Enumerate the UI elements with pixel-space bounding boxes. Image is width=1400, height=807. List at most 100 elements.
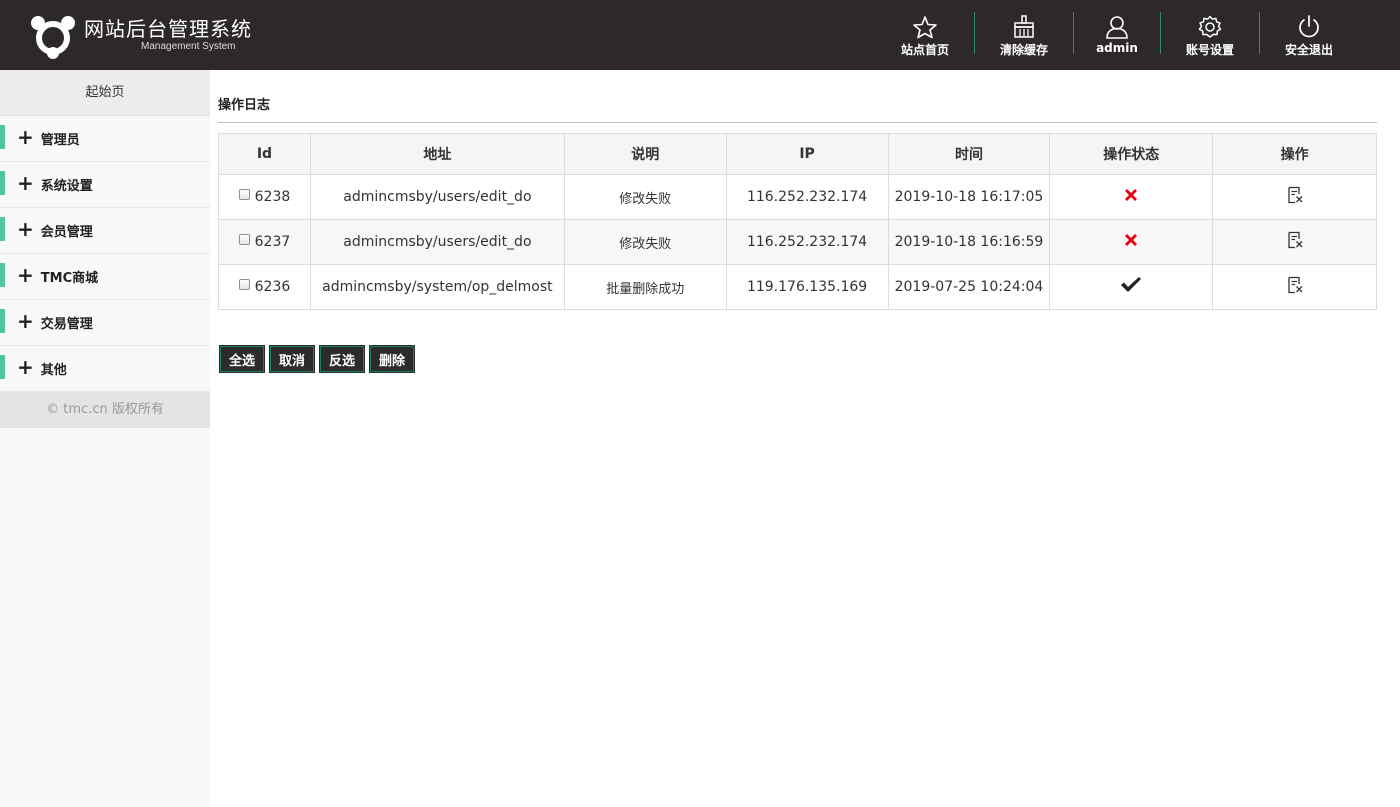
row-checkbox[interactable] xyxy=(238,189,250,200)
power-icon xyxy=(1299,15,1319,38)
sidebar-accent-bar xyxy=(0,125,5,149)
action-cell xyxy=(1212,264,1377,310)
nav-label: 清除缓存 xyxy=(999,43,1048,57)
brand: 网站后台管理系统 Management System xyxy=(84,17,252,52)
description-cell: 修改失败 xyxy=(563,219,727,265)
ip-cell: 116.252.232.174 xyxy=(725,219,889,265)
row-id: 6236 xyxy=(254,279,291,295)
view-detail-icon[interactable] xyxy=(1286,276,1304,294)
time-cell: 2019-07-25 10:24:04 xyxy=(887,264,1051,310)
user-icon xyxy=(1106,16,1128,39)
fail-x-icon xyxy=(1125,234,1138,246)
ip-cell: 119.176.135.169 xyxy=(725,264,889,310)
row-id: 6238 xyxy=(254,189,291,205)
success-check-icon xyxy=(1121,277,1142,292)
action-cell xyxy=(1212,219,1377,265)
nav-account-settings[interactable]: 账号设置 xyxy=(1180,0,1240,70)
table-row: 6236 admincmsby/system/op_delmost 批量删除成功… xyxy=(218,264,1377,310)
status-cell xyxy=(1049,219,1214,265)
id-cell: 6238 xyxy=(218,174,311,220)
nav-label: 账号设置 xyxy=(1185,43,1234,57)
id-cell: 6237 xyxy=(218,219,311,265)
sidebar-accent-bar xyxy=(0,263,5,287)
delete-button[interactable]: 删除 xyxy=(369,345,416,373)
invert-selection-button[interactable]: 反选 xyxy=(319,345,366,373)
status-cell xyxy=(1049,264,1214,310)
sidebar-accent-bar xyxy=(0,355,5,379)
column-header-description: 说明 xyxy=(563,133,727,175)
status-cell xyxy=(1049,174,1214,220)
sidebar-item-label: 系统设置 xyxy=(40,179,93,194)
column-header-action: 操作 xyxy=(1212,133,1377,175)
logo-icon xyxy=(31,16,75,59)
sidebar-item-other[interactable]: + 其他 xyxy=(0,346,210,392)
brand-title: 网站后台管理系统 xyxy=(84,17,252,41)
table-row: 6238 admincmsby/users/edit_do 修改失败 116.2… xyxy=(218,174,1377,220)
address-cell: admincmsby/system/op_delmost xyxy=(309,264,565,310)
sidebar-item-label: 其他 xyxy=(40,363,67,378)
nav-label: 站点首页 xyxy=(900,43,949,57)
sidebar-item-system-settings[interactable]: + 系统设置 xyxy=(0,162,210,208)
sidebar-item-members[interactable]: + 会员管理 xyxy=(0,208,210,254)
row-id: 6237 xyxy=(254,234,291,250)
description-cell: 修改失败 xyxy=(563,174,727,220)
main-content: 操作日志 Id 地址 说明 IP 时间 操作状态 操作 6238 admincm… xyxy=(218,70,1377,373)
sidebar-item-admins[interactable]: + 管理员 xyxy=(0,116,210,162)
nav-divider xyxy=(1160,12,1161,54)
nav-divider xyxy=(974,12,975,54)
table-header-row: Id 地址 说明 IP 时间 操作状态 操作 xyxy=(218,133,1377,175)
sidebar-accent-bar xyxy=(0,217,5,241)
plus-icon: + xyxy=(17,170,34,195)
column-header-address: 地址 xyxy=(309,133,565,175)
row-checkbox[interactable] xyxy=(238,234,250,245)
nav-logout[interactable]: 安全退出 xyxy=(1279,0,1339,70)
sidebar-item-transactions[interactable]: + 交易管理 xyxy=(0,300,210,346)
address-cell: admincmsby/users/edit_do xyxy=(309,219,565,265)
ip-cell: 116.252.232.174 xyxy=(725,174,889,220)
column-header-time: 时间 xyxy=(887,133,1051,175)
fail-x-icon xyxy=(1125,189,1138,201)
nav-site-home[interactable]: 站点首页 xyxy=(896,0,954,70)
nav-label: 安全退出 xyxy=(1284,43,1333,57)
sidebar-item-label: TMC商城 xyxy=(40,271,99,286)
time-cell: 2019-10-18 16:16:59 xyxy=(887,219,1051,265)
operation-log-table: Id 地址 说明 IP 时间 操作状态 操作 6238 admincmsby/u… xyxy=(218,133,1377,310)
sidebar-home[interactable]: 起始页 xyxy=(0,70,210,116)
select-all-button[interactable]: 全选 xyxy=(218,345,266,373)
star-icon xyxy=(913,16,937,39)
row-checkbox[interactable] xyxy=(238,279,250,290)
brand-subtitle: Management System xyxy=(141,41,236,52)
sidebar-accent-bar xyxy=(0,309,5,333)
column-header-ip: IP xyxy=(725,133,889,175)
address-cell: admincmsby/users/edit_do xyxy=(309,174,565,220)
action-cell xyxy=(1212,174,1377,220)
time-cell: 2019-10-18 16:17:05 xyxy=(887,174,1051,220)
table-row: 6237 admincmsby/users/edit_do 修改失败 116.2… xyxy=(218,219,1377,265)
nav-divider xyxy=(1259,12,1260,54)
top-header: 网站后台管理系统 Management System 站点首页 清除缓存 adm… xyxy=(0,0,1400,70)
sidebar-item-tmc-mall[interactable]: + TMC商城 xyxy=(0,254,210,300)
view-detail-icon[interactable] xyxy=(1286,186,1304,204)
plus-icon: + xyxy=(17,354,34,379)
column-header-status: 操作状态 xyxy=(1049,133,1214,175)
sidebar-item-label: 管理员 xyxy=(40,133,80,148)
plus-icon: + xyxy=(17,216,34,241)
plus-icon: + xyxy=(17,308,34,333)
view-detail-icon[interactable] xyxy=(1286,231,1304,249)
description-cell: 批量删除成功 xyxy=(563,264,727,310)
nav-admin[interactable]: admin xyxy=(1094,0,1140,70)
nav-label: admin xyxy=(1096,41,1138,55)
gear-icon xyxy=(1198,15,1222,38)
cancel-selection-button[interactable]: 取消 xyxy=(269,345,316,373)
sidebar: 起始页 + 管理员 + 系统设置 + 会员管理 + TMC商城 + 交易管理 +… xyxy=(0,70,210,807)
nav-divider xyxy=(1073,12,1074,54)
sidebar-item-label: 交易管理 xyxy=(40,317,93,332)
id-cell: 6236 xyxy=(218,264,311,310)
column-header-id: Id xyxy=(218,133,311,175)
copyright-footer: © tmc.cn 版权所有 xyxy=(0,392,210,428)
plus-icon: + xyxy=(17,262,34,287)
plus-icon: + xyxy=(17,124,34,149)
broom-icon xyxy=(1014,15,1034,38)
nav-clear-cache[interactable]: 清除缓存 xyxy=(994,0,1054,70)
sidebar-item-label: 会员管理 xyxy=(40,225,93,240)
